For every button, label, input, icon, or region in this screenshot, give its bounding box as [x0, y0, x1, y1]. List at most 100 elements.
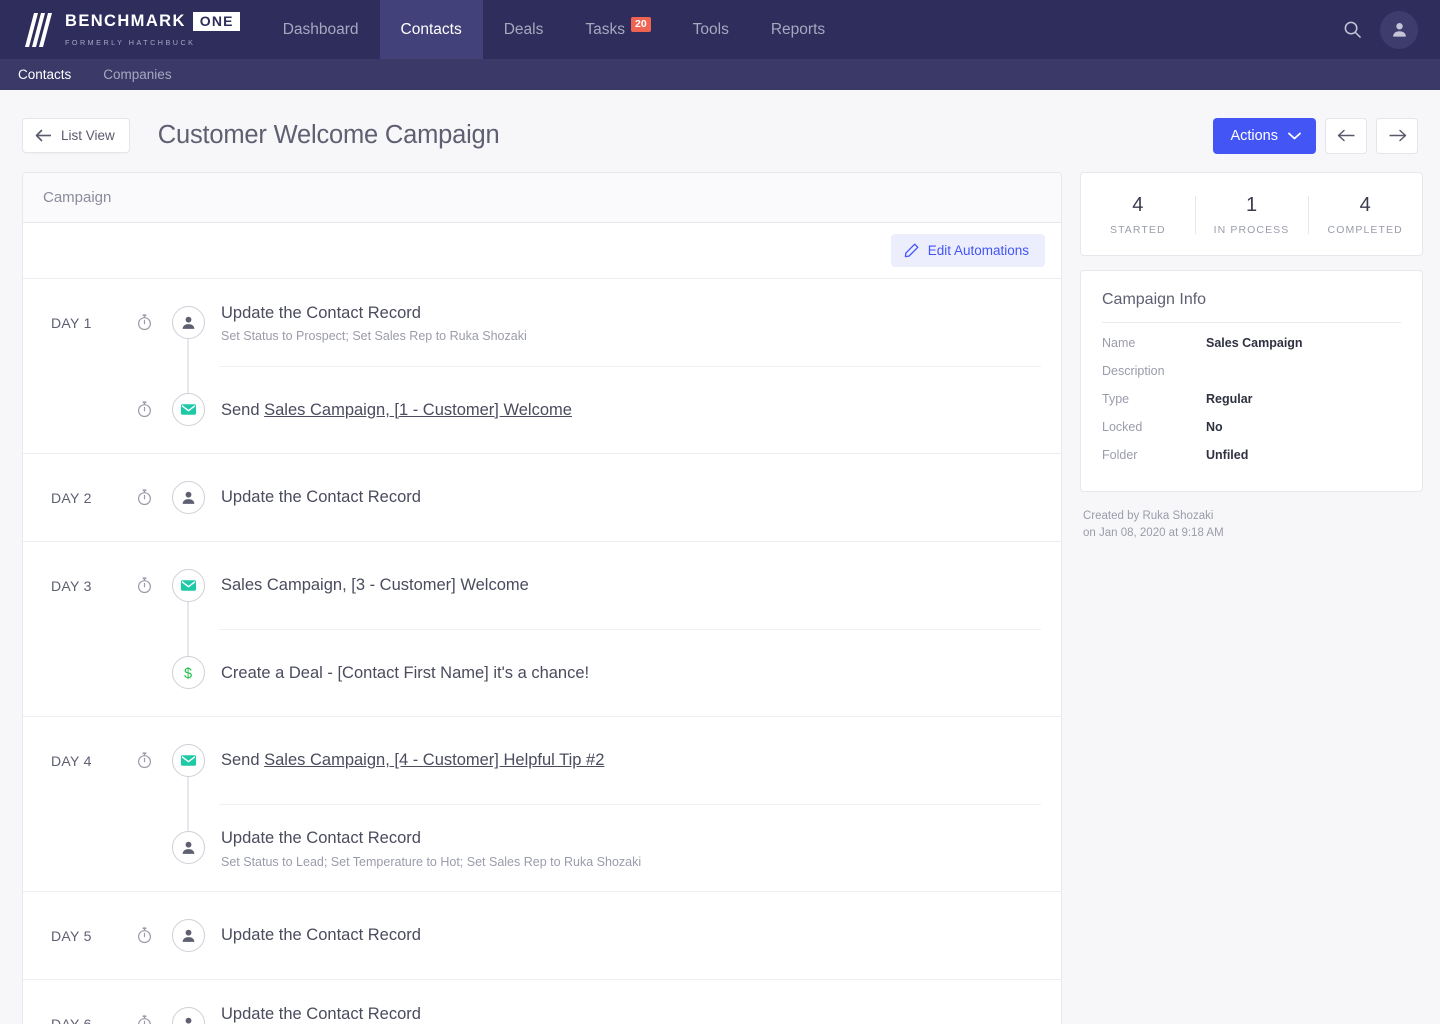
nav-item-contacts[interactable]: Contacts	[380, 0, 483, 59]
step-title: Create a Deal - [Contact First Name] it'…	[221, 662, 1041, 684]
stat-started-value: 4	[1081, 194, 1195, 217]
campaign-step-row[interactable]: Update the Contact RecordSet Status to L…	[23, 804, 1061, 891]
email-icon	[180, 752, 197, 769]
step-content: Update the Contact Record	[219, 454, 1041, 541]
nav-item-tasks[interactable]: Tasks20	[564, 0, 671, 59]
campaign-step-row[interactable]: DAY 4 Send Sales Campaign, [4 - Customer]…	[23, 717, 1061, 804]
user-avatar-button[interactable]	[1380, 11, 1418, 49]
step-node-circle	[172, 1007, 205, 1024]
day-label: DAY 2	[23, 490, 131, 506]
edit-automations-row: Edit Automations	[23, 223, 1061, 279]
campaign-step-row[interactable]: DAY 3 Sales Campaign, [3 - Customer] Welc…	[23, 542, 1061, 629]
step-node-circle	[172, 393, 205, 426]
step-content: Sales Campaign, [3 - Customer] Welcome	[219, 542, 1041, 629]
top-nav-actions	[1333, 0, 1440, 59]
step-title: Update the Contact Record	[221, 827, 1041, 849]
campaign-info-key: Locked	[1102, 420, 1206, 434]
stat-completed: 4 COMPLETED	[1308, 194, 1422, 236]
logo-tagline: FORMERLY HATCHBUCK	[65, 38, 240, 47]
nav-item-deals[interactable]: Deals	[483, 0, 565, 59]
brand-logo[interactable]: BENCHMARK ONE FORMERLY HATCHBUCK	[0, 0, 262, 59]
nav-item-dashboard[interactable]: Dashboard	[262, 0, 380, 59]
step-node-circle	[172, 744, 205, 777]
campaign-step-row[interactable]: Send Sales Campaign, [1 - Customer] Welc…	[23, 366, 1061, 453]
stopwatch-timer-icon	[137, 489, 152, 506]
sub-navigation-bar: Contacts Companies	[0, 59, 1440, 90]
step-node-cell	[157, 804, 219, 891]
nav-item-reports[interactable]: Reports	[750, 0, 846, 59]
stopwatch-timer-icon	[137, 577, 152, 594]
stopwatch-timer-icon	[137, 752, 152, 769]
step-timer-icon-cell	[131, 1015, 157, 1024]
step-timer-icon-cell	[131, 314, 157, 331]
campaign-step-row[interactable]: DAY 2 Update the Contact Record	[23, 454, 1061, 541]
edit-automations-button[interactable]: Edit Automations	[891, 234, 1045, 267]
step-content: Send Sales Campaign, [1 - Customer] Welc…	[219, 366, 1041, 453]
step-content: Update the Contact RecordSet Status to P…	[219, 980, 1041, 1024]
campaign-info-row: Description	[1102, 357, 1401, 385]
stat-completed-value: 4	[1308, 194, 1422, 217]
campaign-step-row[interactable]: $Create a Deal - [Contact First Name] it…	[23, 629, 1061, 716]
nav-item-tools[interactable]: Tools	[672, 0, 750, 59]
step-email-link[interactable]: Sales Campaign, [1 - Customer] Welcome	[264, 401, 572, 419]
campaign-step-row[interactable]: DAY 1 Update the Contact RecordSet Status…	[23, 279, 1061, 366]
actions-dropdown-button[interactable]: Actions	[1213, 118, 1316, 154]
step-node-cell	[157, 366, 219, 453]
subnav-item-contacts[interactable]: Contacts	[18, 67, 71, 82]
campaign-side-panel: 4 STARTED 1 IN PROCESS 4 COMPLETED Campa…	[1080, 172, 1423, 541]
campaign-info-row: FolderUnfiled	[1102, 441, 1401, 469]
step-node-circle	[172, 481, 205, 514]
day-group: DAY 4 Send Sales Campaign, [4 - Customer]…	[23, 717, 1061, 892]
day-label: DAY 6	[23, 1016, 131, 1024]
step-title-prefix: Send	[221, 401, 264, 419]
stat-completed-label: COMPLETED	[1308, 224, 1422, 236]
day-group: DAY 6 Update the Contact RecordSet Status…	[23, 980, 1061, 1024]
campaign-steps-timeline: DAY 1Update the Contact RecordSet Status…	[23, 279, 1061, 1024]
step-email-link[interactable]: Sales Campaign, [4 - Customer] Helpful T…	[264, 751, 604, 769]
previous-record-button[interactable]	[1325, 118, 1367, 154]
step-content: Update the Contact Record	[219, 892, 1041, 979]
contact-person-icon	[180, 1015, 197, 1024]
campaign-timeline-card: Campaign Edit Automations DAY 1 Update th…	[22, 172, 1062, 1024]
campaign-info-key: Type	[1102, 392, 1206, 406]
day-label: DAY 4	[23, 753, 131, 769]
user-avatar-icon	[1390, 20, 1409, 39]
list-view-back-button[interactable]: List View	[22, 118, 130, 153]
contact-person-icon	[180, 839, 197, 856]
campaign-info-rows: NameSales CampaignDescriptionTypeRegular…	[1102, 329, 1401, 469]
search-button[interactable]	[1333, 11, 1371, 49]
campaign-info-key: Name	[1102, 336, 1206, 350]
day-label: DAY 1	[23, 315, 131, 331]
email-icon	[180, 577, 197, 594]
campaign-step-row[interactable]: DAY 6 Update the Contact RecordSet Status…	[23, 980, 1061, 1024]
day-group: DAY 3 Sales Campaign, [3 - Customer] Welc…	[23, 542, 1061, 717]
day-label: DAY 3	[23, 578, 131, 594]
campaign-step-row[interactable]: DAY 5Update the Contact Record	[23, 892, 1061, 979]
step-content: Update the Contact RecordSet Status to P…	[219, 279, 1041, 366]
step-node-cell	[157, 279, 219, 366]
step-title-prefix: Send	[221, 751, 264, 769]
step-content: Send Sales Campaign, [4 - Customer] Help…	[219, 717, 1041, 804]
step-timer-icon-cell	[131, 401, 157, 418]
step-timer-icon-cell	[131, 577, 157, 594]
campaign-info-key: Description	[1102, 364, 1206, 378]
subnav-item-companies[interactable]: Companies	[103, 67, 171, 82]
campaign-card-title: Campaign	[23, 173, 1061, 223]
created-by-note: Created by Ruka Shozaki on Jan 08, 2020 …	[1080, 508, 1423, 541]
step-node-circle	[172, 831, 205, 864]
step-node-circle	[172, 919, 205, 952]
edit-automations-label: Edit Automations	[928, 243, 1029, 258]
stat-started: 4 STARTED	[1081, 194, 1195, 236]
campaign-info-value: Regular	[1206, 392, 1253, 406]
stat-in-process-value: 1	[1195, 194, 1309, 217]
step-subtitle: Set Status to Prospect; Set Sales Rep to…	[221, 329, 1041, 343]
slashes-logo-icon	[24, 13, 54, 47]
next-record-button[interactable]	[1376, 118, 1418, 154]
campaign-info-value: Unfiled	[1206, 448, 1248, 462]
stat-started-label: STARTED	[1081, 224, 1195, 236]
arrow-left-icon	[35, 129, 52, 142]
actions-label: Actions	[1230, 128, 1278, 144]
page-header-actions: Actions	[1213, 118, 1418, 154]
step-node-cell	[157, 892, 219, 979]
email-icon	[180, 401, 197, 418]
